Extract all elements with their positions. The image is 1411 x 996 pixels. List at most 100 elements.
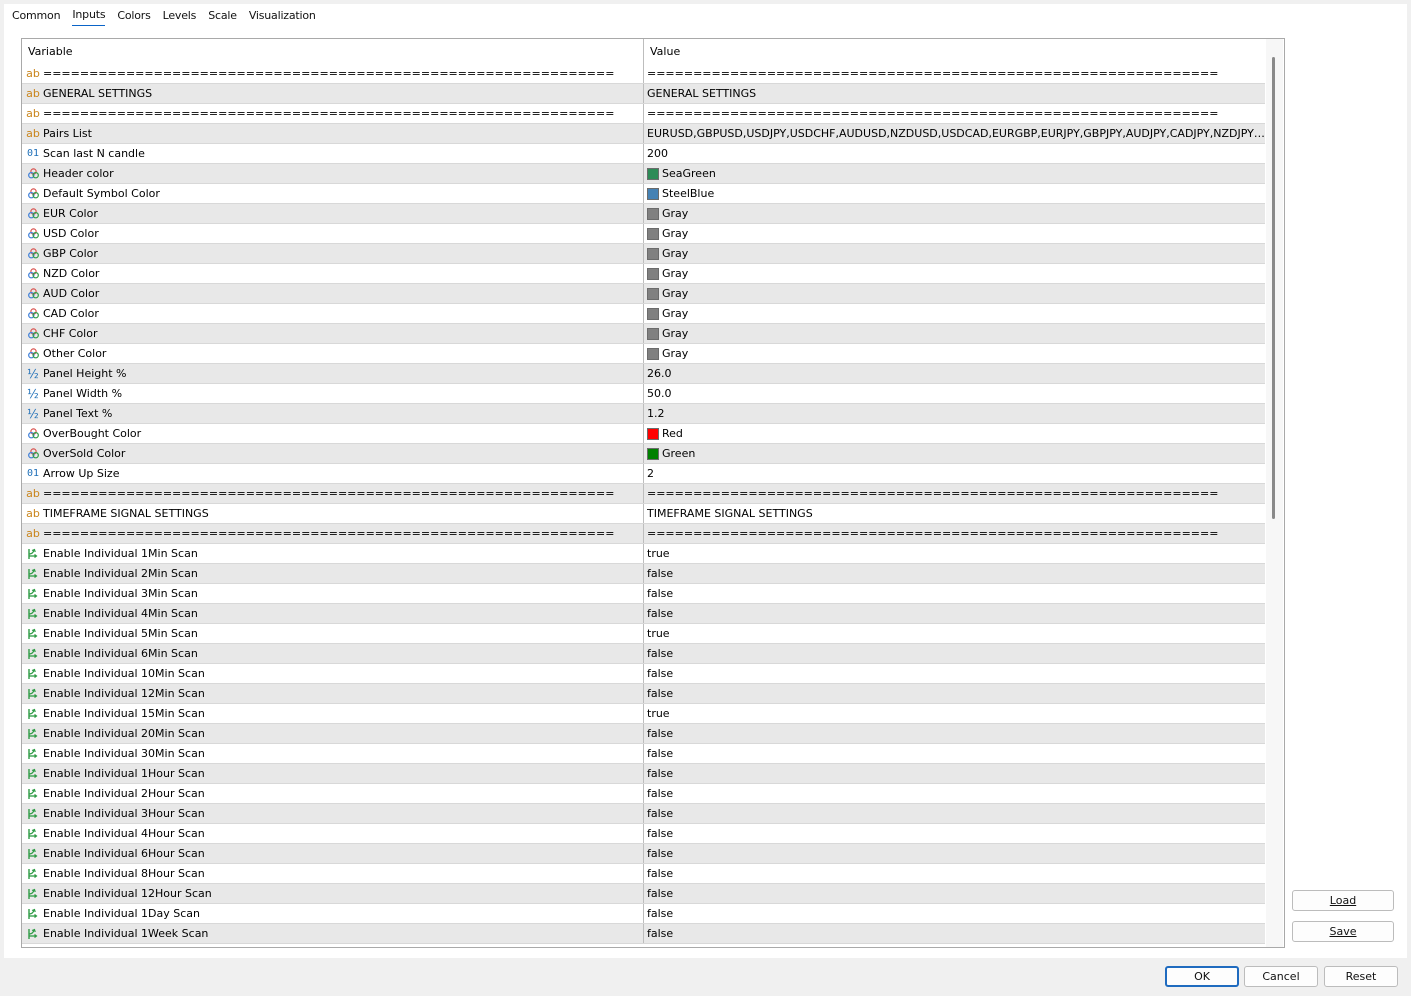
value-cell[interactable]: Gray (644, 304, 1265, 323)
tab-common[interactable]: Common (12, 7, 61, 25)
value-cell[interactable]: false (644, 764, 1265, 783)
table-row[interactable]: ab ======================================… (22, 524, 1265, 544)
table-row[interactable]: Enable Individual 1Min Scan true (22, 544, 1265, 564)
table-row[interactable]: AUD Color Gray (22, 284, 1265, 304)
table-row[interactable]: ½ Panel Height % 26.0 (22, 364, 1265, 384)
value-cell[interactable]: true (644, 544, 1265, 563)
value-cell[interactable]: SeaGreen (644, 164, 1265, 183)
ok-button[interactable]: OK (1165, 966, 1239, 987)
table-row[interactable]: Enable Individual 8Hour Scan false (22, 864, 1265, 884)
table-row[interactable]: Enable Individual 15Min Scan true (22, 704, 1265, 724)
table-row[interactable]: Enable Individual 4Min Scan false (22, 604, 1265, 624)
load-button[interactable]: Load (1292, 890, 1394, 911)
tab-visualization[interactable]: Visualization (249, 7, 316, 25)
table-row[interactable]: Enable Individual 2Hour Scan false (22, 784, 1265, 804)
value-cell[interactable]: false (644, 644, 1265, 663)
table-row[interactable]: NZD Color Gray (22, 264, 1265, 284)
table-row[interactable]: ab ======================================… (22, 104, 1265, 124)
value-cell[interactable]: GENERAL SETTINGS (644, 84, 1265, 103)
value-cell[interactable]: Gray (644, 344, 1265, 363)
table-row[interactable]: Enable Individual 20Min Scan false (22, 724, 1265, 744)
vertical-scrollbar[interactable] (1266, 39, 1283, 947)
value-cell[interactable]: ========================================… (644, 484, 1265, 503)
table-row[interactable]: Enable Individual 30Min Scan false (22, 744, 1265, 764)
table-row[interactable]: Enable Individual 6Min Scan false (22, 644, 1265, 664)
value-cell[interactable]: ========================================… (644, 524, 1265, 543)
table-row[interactable]: CAD Color Gray (22, 304, 1265, 324)
value-cell[interactable]: Gray (644, 264, 1265, 283)
table-row[interactable]: 01 Scan last N candle 200 (22, 144, 1265, 164)
value-cell[interactable]: false (644, 744, 1265, 763)
table-row[interactable]: Header color SeaGreen (22, 164, 1265, 184)
value-cell[interactable]: true (644, 704, 1265, 723)
column-header-variable[interactable]: Variable (22, 39, 644, 64)
tab-levels[interactable]: Levels (163, 7, 197, 25)
value-cell[interactable]: Gray (644, 244, 1265, 263)
cancel-button[interactable]: Cancel (1244, 966, 1318, 987)
table-row[interactable]: GBP Color Gray (22, 244, 1265, 264)
value-cell[interactable]: false (644, 924, 1265, 943)
value-cell[interactable]: ========================================… (644, 104, 1265, 123)
value-cell[interactable]: false (644, 864, 1265, 883)
value-cell[interactable]: false (644, 604, 1265, 623)
table-row[interactable]: ab TIMEFRAME SIGNAL SETTINGS TIMEFRAME SIG… (22, 504, 1265, 524)
table-row[interactable]: Enable Individual 4Hour Scan false (22, 824, 1265, 844)
table-row[interactable]: EUR Color Gray (22, 204, 1265, 224)
save-button[interactable]: Save (1292, 921, 1394, 942)
value-cell[interactable]: 50.0 (644, 384, 1265, 403)
value-cell[interactable]: false (644, 684, 1265, 703)
value-cell[interactable]: Gray (644, 284, 1265, 303)
table-row[interactable]: CHF Color Gray (22, 324, 1265, 344)
table-row[interactable]: USD Color Gray (22, 224, 1265, 244)
value-cell[interactable]: false (644, 664, 1265, 683)
value-cell[interactable]: 200 (644, 144, 1265, 163)
value-cell[interactable]: false (644, 784, 1265, 803)
table-row[interactable]: Enable Individual 2Min Scan false (22, 564, 1265, 584)
value-cell[interactable]: TIMEFRAME SIGNAL SETTINGS (644, 504, 1265, 523)
tab-scale[interactable]: Scale (208, 7, 237, 25)
value-cell[interactable]: false (644, 904, 1265, 923)
table-row[interactable]: OverSold Color Green (22, 444, 1265, 464)
value-cell[interactable]: false (644, 884, 1265, 903)
table-row[interactable]: Enable Individual 10Min Scan false (22, 664, 1265, 684)
value-cell[interactable]: EURUSD,GBPUSD,USDJPY,USDCHF,AUDUSD,NZDUS… (644, 124, 1265, 143)
value-cell[interactable]: Green (644, 444, 1265, 463)
table-row[interactable]: 01 Arrow Up Size 2 (22, 464, 1265, 484)
value-cell[interactable]: 2 (644, 464, 1265, 483)
table-row[interactable]: ab GENERAL SETTINGS GENERAL SETTINGS (22, 84, 1265, 104)
table-row[interactable]: Enable Individual 5Min Scan true (22, 624, 1265, 644)
table-row[interactable]: ½ Panel Text % 1.2 (22, 404, 1265, 424)
table-row[interactable]: ab Pairs List EURUSD,GBPUSD,USDJPY,USDCHF,… (22, 124, 1265, 144)
value-cell[interactable]: Gray (644, 224, 1265, 243)
value-cell[interactable]: false (644, 804, 1265, 823)
value-cell[interactable]: false (644, 584, 1265, 603)
table-row[interactable]: Enable Individual 1Hour Scan false (22, 764, 1265, 784)
scrollbar-thumb[interactable] (1272, 57, 1275, 519)
table-row[interactable]: OverBought Color Red (22, 424, 1265, 444)
value-cell[interactable]: true (644, 624, 1265, 643)
table-row[interactable]: Enable Individual 12Hour Scan false (22, 884, 1265, 904)
value-cell[interactable]: Gray (644, 324, 1265, 343)
reset-button[interactable]: Reset (1324, 966, 1398, 987)
value-cell[interactable]: 26.0 (644, 364, 1265, 383)
value-cell[interactable]: ========================================… (644, 64, 1265, 83)
value-cell[interactable]: false (644, 844, 1265, 863)
value-cell[interactable]: SteelBlue (644, 184, 1265, 203)
table-row[interactable]: Enable Individual 1Day Scan false (22, 904, 1265, 924)
value-cell[interactable]: false (644, 824, 1265, 843)
value-cell[interactable]: Red (644, 424, 1265, 443)
table-row[interactable]: ½ Panel Width % 50.0 (22, 384, 1265, 404)
table-row[interactable]: ab ======================================… (22, 64, 1265, 84)
table-row[interactable]: Enable Individual 12Min Scan false (22, 684, 1265, 704)
value-cell[interactable]: false (644, 564, 1265, 583)
value-cell[interactable]: Gray (644, 204, 1265, 223)
tab-colors[interactable]: Colors (117, 7, 150, 25)
column-header-value[interactable]: Value (644, 39, 1265, 64)
value-cell[interactable]: false (644, 724, 1265, 743)
table-row[interactable]: Enable Individual 3Min Scan false (22, 584, 1265, 604)
table-row[interactable]: Enable Individual 3Hour Scan false (22, 804, 1265, 824)
tab-inputs[interactable]: Inputs (72, 6, 106, 26)
table-row[interactable]: Enable Individual 6Hour Scan false (22, 844, 1265, 864)
value-cell[interactable]: 1.2 (644, 404, 1265, 423)
table-row[interactable]: ab ======================================… (22, 484, 1265, 504)
